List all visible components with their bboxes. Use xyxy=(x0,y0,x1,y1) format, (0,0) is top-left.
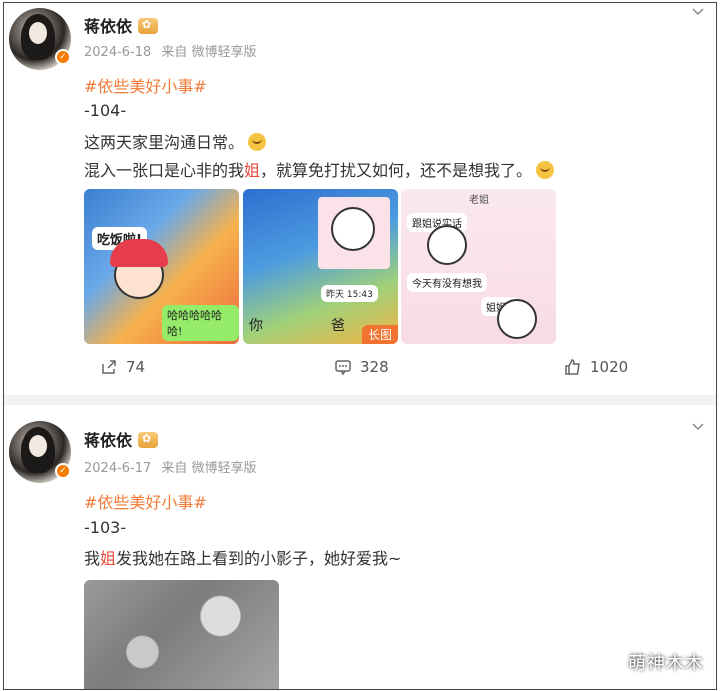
post-number: -104- xyxy=(84,101,127,120)
post-number: -103- xyxy=(84,518,127,537)
topic-link[interactable]: #依些美好小事# xyxy=(84,73,207,97)
post-source: 来自 微博轻享版 xyxy=(161,461,257,476)
crown-icon xyxy=(138,432,159,448)
cartoon-character xyxy=(427,225,467,265)
post-image-2[interactable]: 昨天 15:43 你 爸 长图 xyxy=(243,189,398,344)
chevron-down-icon[interactable] xyxy=(692,6,704,18)
watermark: 萌神木木 xyxy=(628,653,704,674)
post-date[interactable]: 2024-6-18 xyxy=(84,45,151,60)
post-image-3[interactable]: 老姐 跟姐说实话 今天有没有想我 姐姐~ xyxy=(401,189,556,344)
like-button[interactable]: 1020 xyxy=(564,358,628,376)
post-image-1[interactable]: 吃饭啦! 哈哈哈哈哈哈! xyxy=(84,189,239,344)
post-photo[interactable] xyxy=(84,580,279,689)
crown-icon xyxy=(138,18,159,34)
thumbs-up-icon xyxy=(565,359,580,375)
feed: ✓ 蒋依依 2024-6-18 来自 微博轻享版 #依些美好小事# -104- … xyxy=(3,2,717,690)
cartoon-character xyxy=(497,299,537,339)
cartoon-character xyxy=(331,207,375,251)
post-text-line: 这两天家里沟通日常。 xyxy=(84,129,267,153)
post-source: 来自 微博轻享版 xyxy=(161,45,257,60)
post-text-line: 我姐发我她在路上看到的小影子，她好爱我~ xyxy=(84,549,402,568)
username[interactable]: 蒋依依 xyxy=(84,13,159,37)
smile-emoji-icon xyxy=(536,161,555,179)
post-meta: 2024-6-17 来自 微博轻享版 xyxy=(84,457,257,476)
chevron-down-icon[interactable] xyxy=(692,421,704,433)
verified-badge-icon: ✓ xyxy=(55,463,71,479)
post-text-line: 混入一张口是心非的我姐，就算免打扰又如何，还不是想我了。 xyxy=(84,157,555,181)
username[interactable]: 蒋依依 xyxy=(84,427,159,451)
topic-link[interactable]: #依些美好小事# xyxy=(84,489,207,513)
mushroom-hat xyxy=(110,239,168,267)
share-button[interactable]: 74 xyxy=(100,358,145,376)
weibo-post: ✓ 蒋依依 2024-6-18 来自 微博轻享版 #依些美好小事# -104- … xyxy=(4,3,716,395)
comment-button[interactable]: 328 xyxy=(334,358,389,376)
verified-badge-icon: ✓ xyxy=(55,49,71,65)
post-divider xyxy=(4,395,716,405)
weibo-post: ✓ 蒋依依 2024-6-17 来自 微博轻享版 #依些美好小事# -103- … xyxy=(4,405,716,689)
comment-icon xyxy=(335,360,351,376)
action-bar: 74 328 1020 xyxy=(4,358,716,382)
smile-emoji-icon xyxy=(248,133,267,151)
share-icon xyxy=(102,360,116,374)
post-date[interactable]: 2024-6-17 xyxy=(84,461,151,476)
post-meta: 2024-6-18 来自 微博轻享版 xyxy=(84,41,257,60)
long-image-tag: 长图 xyxy=(361,325,398,344)
